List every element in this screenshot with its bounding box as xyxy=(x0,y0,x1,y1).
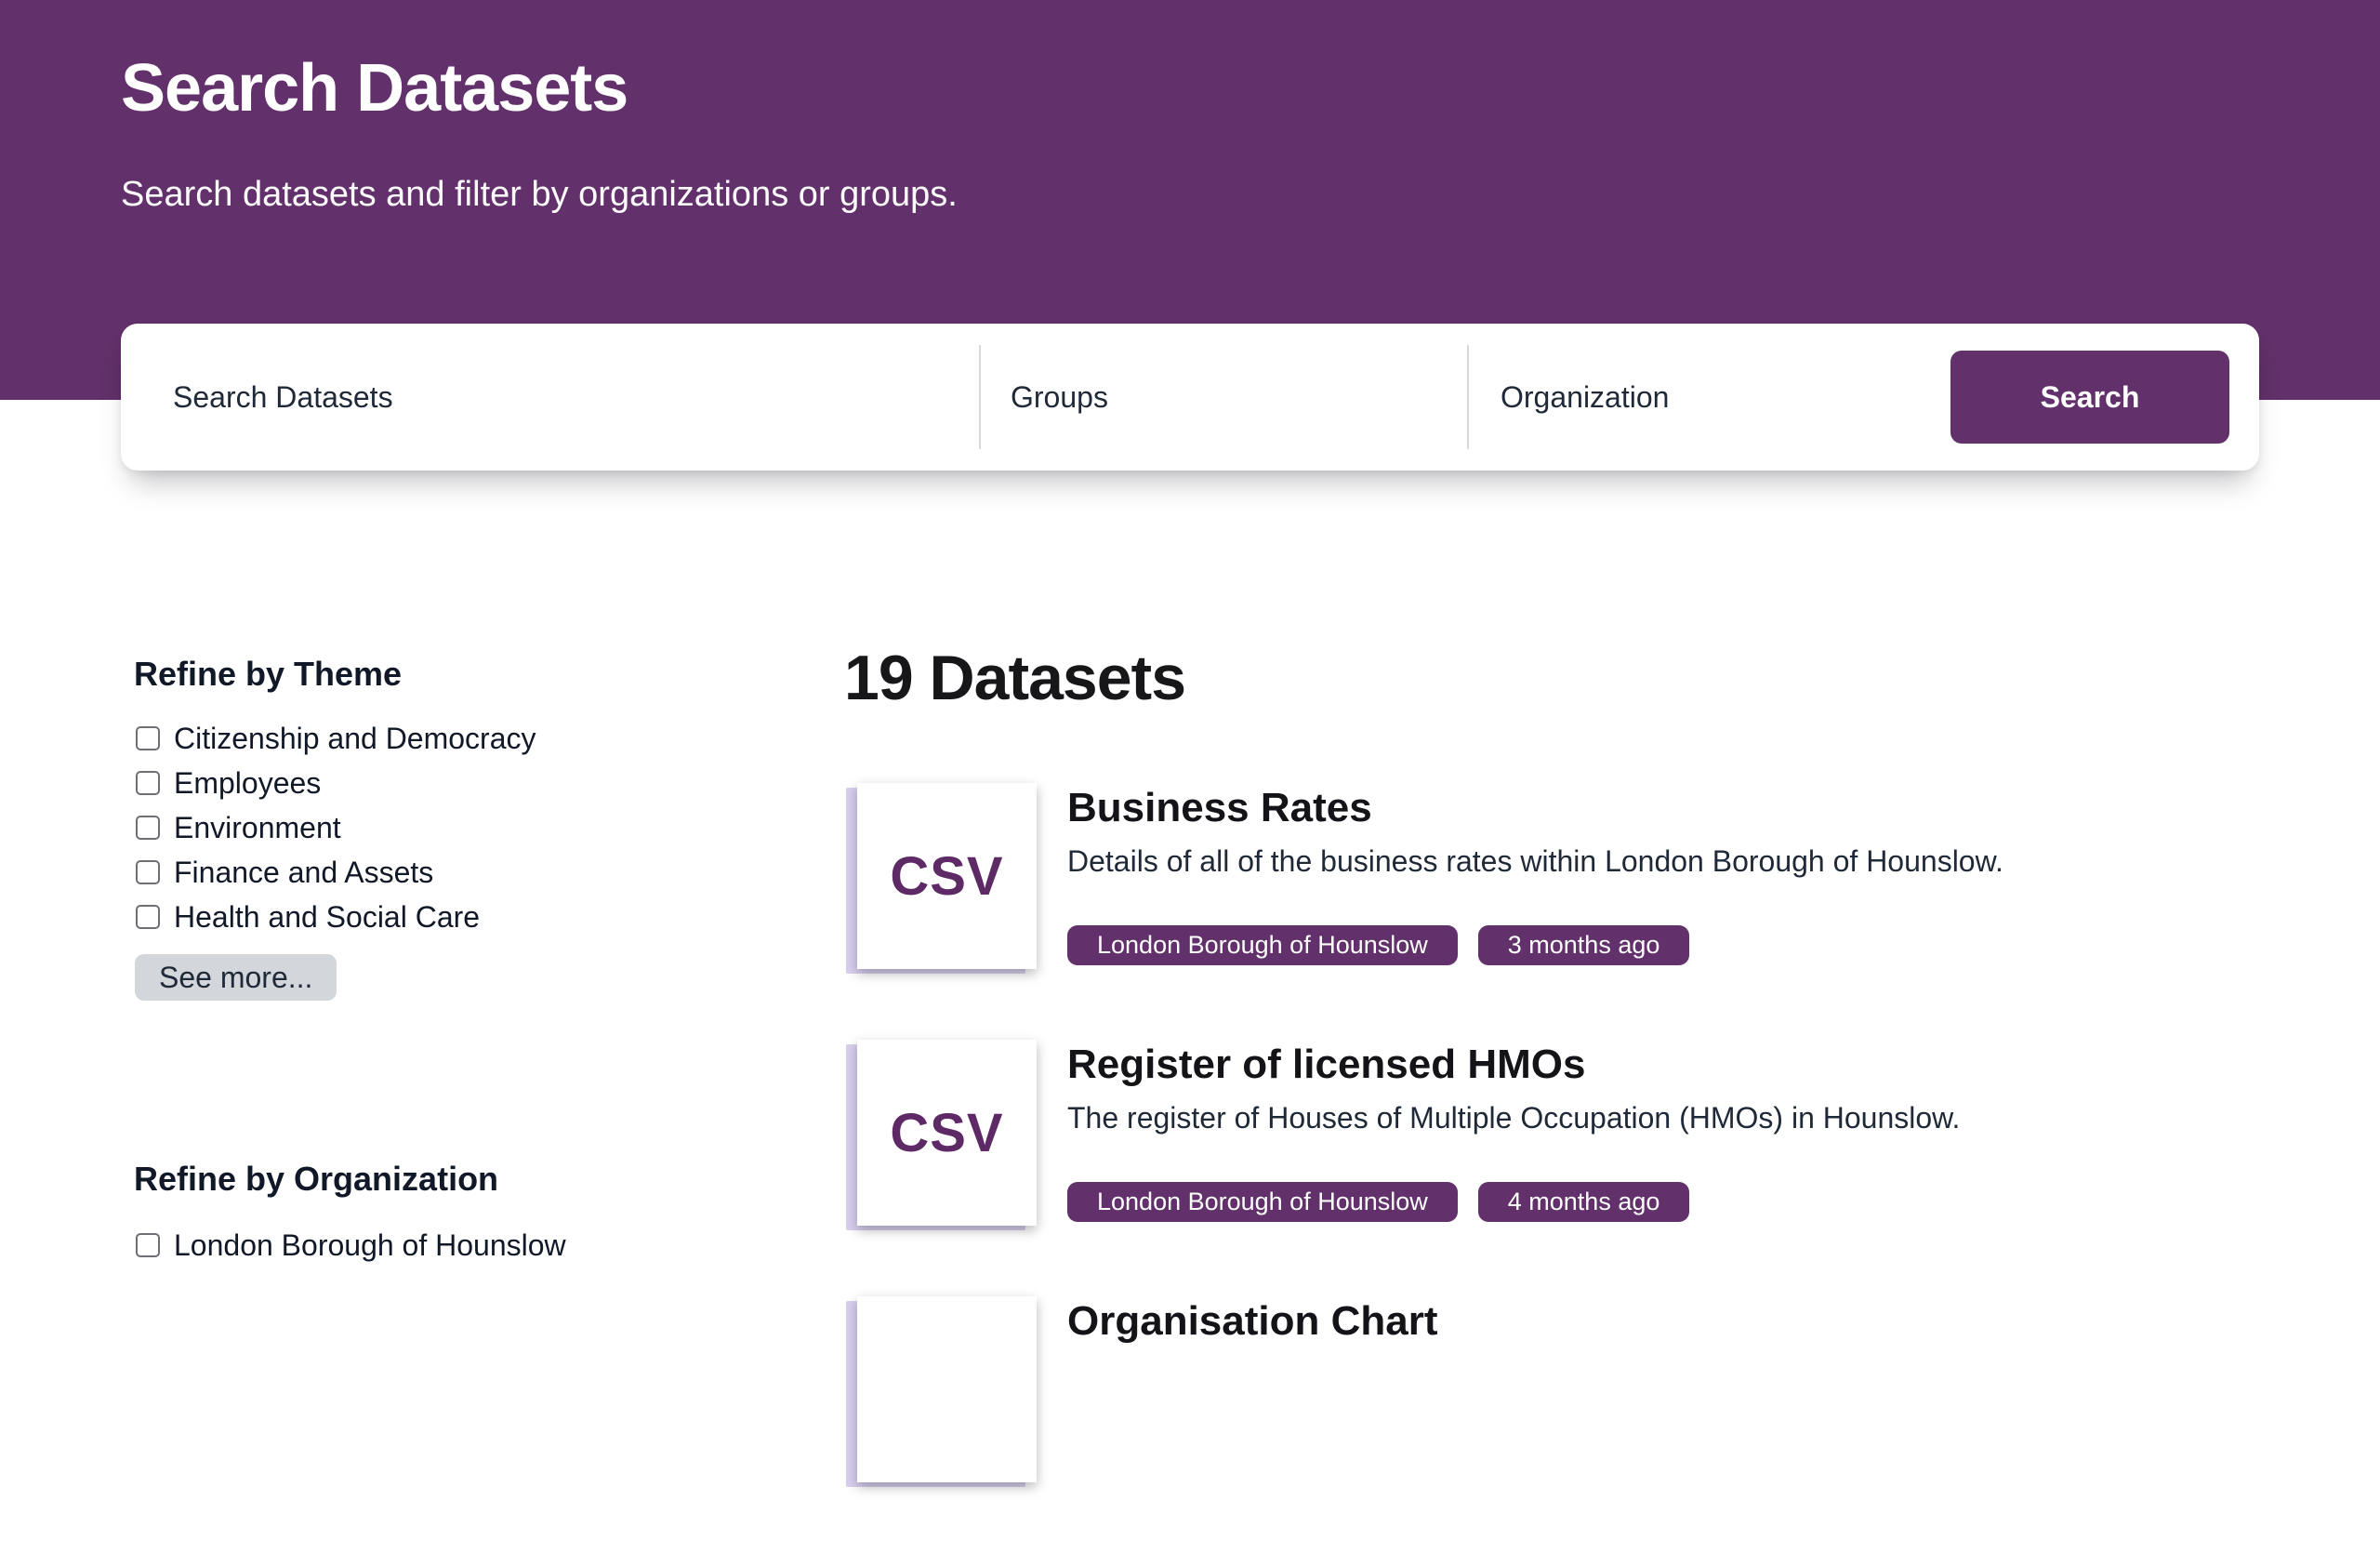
page: Search Datasets Search datasets and filt… xyxy=(0,0,2380,1553)
page-title: Search Datasets xyxy=(121,50,2259,126)
dataset-format-box: CSV xyxy=(857,1040,1037,1226)
dataset-info: Register of licensed HMOs The register o… xyxy=(1067,1040,1960,1226)
organization-option-label: London Borough of Hounslow xyxy=(174,1228,566,1263)
updated-time-badge: 3 months ago xyxy=(1478,925,1690,965)
dataset-card: CSV Business Rates Details of all of the… xyxy=(844,783,2259,969)
theme-option-health[interactable]: Health and Social Care xyxy=(136,895,844,939)
search-datasets-input[interactable] xyxy=(121,324,979,471)
search-bar: Search xyxy=(121,324,2259,471)
theme-option-label: Employees xyxy=(174,766,321,801)
groups-input[interactable] xyxy=(981,324,1467,471)
dataset-title-link[interactable]: Business Rates xyxy=(1067,785,2003,831)
organization-field xyxy=(1469,324,1949,471)
page-subtitle: Search datasets and filter by organizati… xyxy=(121,175,2259,215)
groups-field xyxy=(981,324,1467,471)
dataset-card: Organisation Chart xyxy=(844,1296,2259,1482)
dataset-description: The register of Houses of Multiple Occup… xyxy=(1067,1101,1960,1135)
results-count-heading: 19 Datasets xyxy=(844,642,2259,714)
dataset-badges: London Borough of Hounslow 3 months ago xyxy=(1067,925,2003,969)
dataset-format-label: CSV xyxy=(890,845,1003,908)
dataset-format-thumbnail xyxy=(857,1296,1037,1482)
organization-badge[interactable]: London Borough of Hounslow xyxy=(1067,925,1458,965)
theme-option-environment[interactable]: Environment xyxy=(136,805,844,850)
theme-checkbox-environment[interactable] xyxy=(136,816,160,840)
theme-option-citizenship[interactable]: Citizenship and Democracy xyxy=(136,716,844,761)
theme-checkbox-finance[interactable] xyxy=(136,860,160,884)
theme-checkbox-employees[interactable] xyxy=(136,771,160,795)
theme-option-label: Citizenship and Democracy xyxy=(174,722,536,756)
theme-checkbox-health[interactable] xyxy=(136,905,160,929)
dataset-badges: London Borough of Hounslow 4 months ago xyxy=(1067,1182,1960,1226)
dataset-format-label: CSV xyxy=(890,1102,1003,1164)
theme-option-label: Finance and Assets xyxy=(174,856,433,890)
dataset-format-thumbnail: CSV xyxy=(857,1040,1037,1226)
results-panel: 19 Datasets CSV Business Rates Details o… xyxy=(844,642,2259,1553)
dataset-title-link[interactable]: Organisation Chart xyxy=(1067,1298,1438,1345)
see-more-button[interactable]: See more... xyxy=(135,954,337,1001)
theme-option-label: Health and Social Care xyxy=(174,900,480,935)
theme-option-employees[interactable]: Employees xyxy=(136,761,844,805)
search-button-wrap: Search xyxy=(1949,324,2259,471)
organization-checkbox-hounslow[interactable] xyxy=(136,1233,160,1257)
organization-badge[interactable]: London Borough of Hounslow xyxy=(1067,1182,1458,1222)
dataset-badges xyxy=(1067,1479,1438,1482)
search-datasets-field xyxy=(121,324,979,471)
dataset-format-box: CSV xyxy=(857,783,1037,969)
dataset-format-box xyxy=(857,1296,1037,1482)
dataset-list: CSV Business Rates Details of all of the… xyxy=(844,783,2259,1482)
search-button[interactable]: Search xyxy=(1950,351,2229,444)
dataset-description: Details of all of the business rates wit… xyxy=(1067,844,2003,879)
theme-options-list: Citizenship and Democracy Employees Envi… xyxy=(136,716,844,939)
dataset-card: CSV Register of licensed HMOs The regist… xyxy=(844,1040,2259,1226)
refine-by-organization-heading: Refine by Organization xyxy=(134,1160,844,1199)
filters-sidebar: Refine by Theme Citizenship and Democrac… xyxy=(121,642,844,1268)
organization-option-hounslow[interactable]: London Borough of Hounslow xyxy=(136,1223,844,1268)
organization-input[interactable] xyxy=(1469,324,1949,471)
dataset-info: Organisation Chart xyxy=(1067,1296,1438,1482)
refine-by-theme-heading: Refine by Theme xyxy=(134,655,844,694)
theme-option-finance[interactable]: Finance and Assets xyxy=(136,850,844,895)
dataset-info: Business Rates Details of all of the bus… xyxy=(1067,783,2003,969)
theme-option-label: Environment xyxy=(174,811,341,845)
dataset-format-thumbnail: CSV xyxy=(857,783,1037,969)
theme-checkbox-citizenship[interactable] xyxy=(136,726,160,750)
dataset-title-link[interactable]: Register of licensed HMOs xyxy=(1067,1042,1960,1088)
content-area: Refine by Theme Citizenship and Democrac… xyxy=(0,642,2380,1553)
updated-time-badge: 4 months ago xyxy=(1478,1182,1690,1222)
